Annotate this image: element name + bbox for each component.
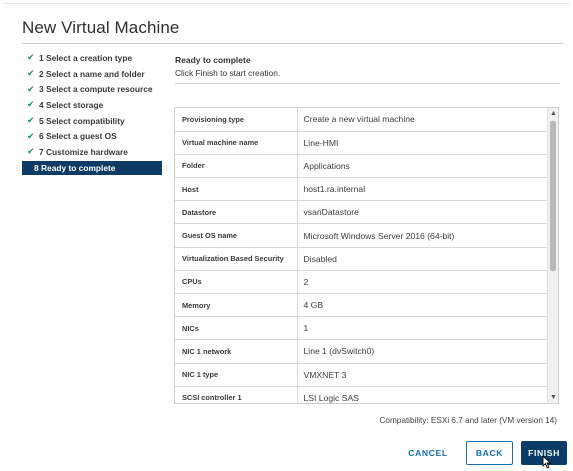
table-row: NIC 1 type VMXNET 3	[175, 363, 548, 387]
wizard-step-2[interactable]: ✔ 2 Select a name and folder	[22, 66, 167, 82]
summary-value: 2	[297, 270, 548, 295]
wizard-step-label: 7 Customize hardware	[39, 146, 128, 157]
summary-key: NIC 1 network	[175, 339, 298, 364]
summary-key: Folder	[175, 154, 298, 179]
wizard-step-label: 8 Ready to complete	[34, 162, 116, 173]
summary-value: 1	[297, 316, 548, 341]
summary-key: SCSI controller 1	[175, 386, 298, 403]
window-top-border	[4, 3, 569, 4]
title-divider	[22, 43, 563, 44]
table-row: Guest OS name Microsoft Windows Server 20…	[175, 223, 548, 248]
wizard-step-5[interactable]: ✔ 5 Select compatibility	[22, 113, 167, 129]
summary-value: Applications	[297, 154, 548, 179]
vertical-scrollbar[interactable]: ▲ ▼	[547, 108, 558, 403]
summary-key: Host	[175, 177, 298, 202]
mouse-pointer-icon	[542, 455, 552, 469]
table-row: Virtualization Based Security Disabled	[175, 247, 548, 271]
wizard-step-label: 2 Select a name and folder	[39, 68, 145, 79]
table-row: Datastore vsanDatastore	[175, 200, 548, 225]
summary-value: 4 GB	[297, 293, 548, 318]
summary-value: Line 1 (dvSwitch0)	[297, 339, 548, 364]
summary-value: vsanDatastore	[297, 200, 548, 225]
check-icon: ✔	[27, 83, 35, 94]
summary-key: Memory	[175, 293, 298, 318]
dialog-title: New Virtual Machine	[22, 18, 180, 37]
summary-value: LSI Logic SAS	[297, 386, 548, 403]
check-icon: ✔	[27, 130, 35, 141]
summary-key: Provisioning type	[175, 108, 298, 132]
wizard-step-3[interactable]: ✔ 3 Select a compute resource	[22, 81, 167, 97]
summary-key: NICs	[175, 316, 298, 341]
pane-divider	[175, 83, 559, 84]
back-button[interactable]: BACK	[466, 441, 513, 465]
check-icon: ✔	[27, 52, 35, 63]
chevron-up-icon[interactable]: ▲	[548, 108, 558, 119]
table-row: NIC 1 network Line 1 (dvSwitch0)	[175, 339, 548, 364]
summary-value: Disabled	[297, 247, 548, 271]
summary-value: Microsoft Windows Server 2016 (64-bit)	[297, 223, 548, 248]
compatibility-label: Compatibility: ESXi 6.7 and later (VM ve…	[379, 416, 557, 425]
table-row: Folder Applications	[175, 154, 548, 179]
table-row: NICs 1	[175, 316, 548, 341]
table-row: Memory 4 GB	[175, 293, 548, 318]
summary-value: Create a new virtual machine	[297, 108, 548, 132]
wizard-step-6[interactable]: ✔ 6 Select a guest OS	[22, 128, 167, 144]
summary-key: Datastore	[175, 200, 298, 225]
chevron-down-icon[interactable]: ▼	[548, 392, 558, 403]
check-icon: ✔	[27, 99, 35, 110]
table-row: Virtual machine name Line-HMI	[175, 131, 548, 155]
summary-value: host1.ra.internal	[297, 177, 548, 202]
summary-value: VMXNET 3	[297, 363, 548, 387]
wizard-steps: ✔ 1 Select a creation type ✔ 2 Select a na…	[22, 50, 167, 175]
table-row: Provisioning type Create a new virtual ma…	[175, 108, 548, 132]
summary-table-container: Provisioning type Create a new virtual ma…	[174, 107, 559, 404]
table-row: CPUs 2	[175, 270, 548, 295]
wizard-step-8-current[interactable]: 8 Ready to complete	[22, 160, 162, 175]
pane-title: Ready to complete	[175, 55, 251, 65]
summary-table: Provisioning type Create a new virtual ma…	[175, 108, 548, 403]
summary-key: CPUs	[175, 270, 298, 295]
summary-value: Line-HMI	[297, 131, 548, 155]
check-icon: ✔	[27, 115, 35, 126]
wizard-step-1[interactable]: ✔ 1 Select a creation type	[22, 50, 167, 66]
summary-key: Virtual machine name	[175, 131, 298, 155]
summary-key: Guest OS name	[175, 223, 298, 248]
cancel-button[interactable]: CANCEL	[400, 441, 456, 465]
table-row: SCSI controller 1 LSI Logic SAS	[175, 386, 548, 403]
summary-key: NIC 1 type	[175, 363, 298, 387]
scrollbar-thumb[interactable]	[550, 121, 556, 271]
check-icon: ✔	[27, 146, 35, 157]
table-row: Host host1.ra.internal	[175, 177, 548, 202]
wizard-step-7[interactable]: ✔ 7 Customize hardware	[22, 144, 167, 160]
wizard-step-label: 1 Select a creation type	[39, 52, 133, 63]
pane-subtitle: Click Finish to start creation.	[175, 68, 281, 78]
wizard-step-label: 5 Select compatibility	[39, 115, 125, 126]
summary-key: Virtualization Based Security	[175, 247, 298, 271]
wizard-step-label: 3 Select a compute resource	[39, 84, 153, 95]
wizard-step-label: 4 Select storage	[39, 99, 104, 110]
wizard-step-label: 6 Select a guest OS	[39, 131, 117, 142]
check-icon: ✔	[27, 68, 35, 79]
wizard-step-4[interactable]: ✔ 4 Select storage	[22, 97, 167, 113]
